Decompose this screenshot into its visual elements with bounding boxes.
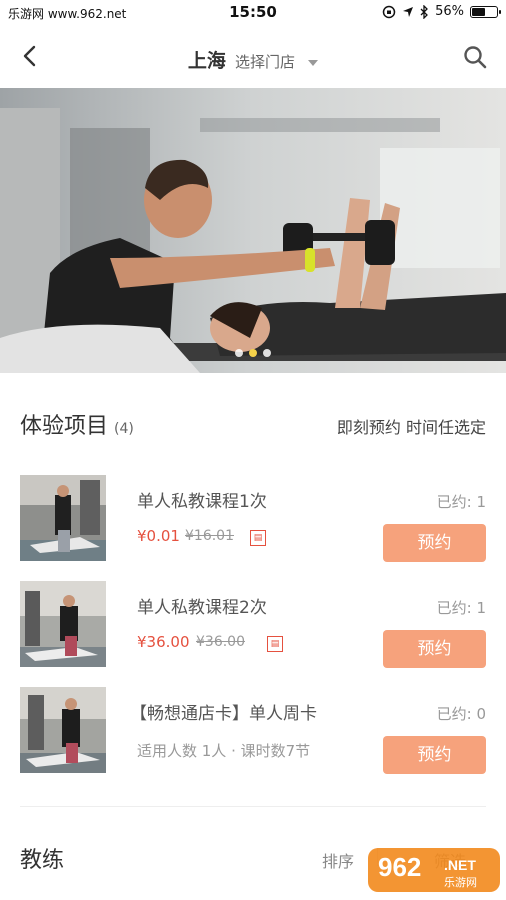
course-price: ¥0.01 — [137, 527, 180, 545]
search-icon[interactable] — [462, 44, 488, 70]
course-name: 单人私教课程1次 — [137, 492, 267, 512]
status-bar: 乐游网 www.962.net 15:50 56% — [0, 0, 506, 26]
course-thumbnail — [20, 581, 106, 667]
coupon-icon: ▤ — [250, 530, 266, 546]
battery-percent: 56% — [435, 4, 464, 19]
booked-count: 已约: 1 — [436, 599, 486, 617]
course-price: ¥36.00 — [137, 633, 190, 651]
nav-bar: 上海 选择门店 — [0, 26, 506, 88]
item-count: (4) — [114, 421, 134, 437]
section-title: 教练 — [20, 848, 65, 873]
book-button[interactable]: 预约 — [383, 736, 486, 774]
battery-icon — [470, 5, 501, 18]
book-button[interactable]: 预约 — [383, 630, 486, 668]
carousel-dot[interactable] — [249, 349, 257, 357]
bluetooth-icon — [420, 4, 429, 19]
svg-text:962: 962 — [378, 852, 421, 882]
sort-button[interactable]: 排序 — [322, 848, 354, 872]
book-button[interactable]: 预约 — [383, 524, 486, 562]
booked-count: 已约: 0 — [436, 705, 486, 723]
course-thumbnail — [20, 687, 106, 773]
booking-hint: 即刻预约 时间任选定 — [336, 418, 486, 437]
watermark-logo: 962 .NET 乐游网 — [368, 848, 500, 892]
status-icons: 56% — [382, 4, 501, 19]
course-name: 单人私教课程2次 — [137, 598, 267, 618]
experience-header: 体验项目 (4) 即刻预约 时间任选定 — [20, 408, 486, 444]
promo-banner[interactable] — [0, 88, 506, 373]
svg-text:乐游网: 乐游网 — [444, 876, 477, 889]
list-item[interactable]: 【畅想通店卡】单人周卡 已约: 0 适用人数 1人 · 课时数7节 预约 — [20, 687, 486, 775]
svg-text:.NET: .NET — [444, 857, 476, 873]
course-thumbnail — [20, 475, 106, 561]
carousel-dot[interactable] — [263, 349, 271, 357]
list-item[interactable]: 单人私教课程2次 已约: 1 ¥36.00 ¥36.00 ▤ 预约 — [20, 581, 486, 669]
course-name: 【畅想通店卡】单人周卡 — [130, 704, 317, 724]
carousel-dot[interactable] — [235, 349, 243, 357]
store-selector[interactable]: 上海 选择门店 — [0, 46, 506, 73]
rotation-lock-icon — [382, 5, 396, 18]
coupon-icon: ▤ — [267, 636, 283, 652]
chevron-down-icon — [308, 59, 319, 66]
city-name: 上海 — [187, 50, 226, 72]
booked-count: 已约: 1 — [436, 493, 486, 511]
section-divider — [20, 806, 486, 807]
carousel-indicator — [0, 342, 506, 361]
store-label: 选择门店 — [235, 53, 296, 71]
section-title: 体验项目 — [20, 414, 109, 439]
list-item[interactable]: 单人私教课程1次 已约: 1 ¥0.01 ¥16.01 ▤ 预约 — [20, 475, 486, 563]
course-details: 适用人数 1人 · 课时数7节 — [137, 742, 311, 760]
banner-image — [0, 88, 506, 373]
location-icon — [403, 6, 414, 17]
original-price: ¥16.01 — [185, 528, 234, 544]
original-price: ¥36.00 — [196, 634, 245, 650]
battery-fill — [472, 7, 485, 16]
